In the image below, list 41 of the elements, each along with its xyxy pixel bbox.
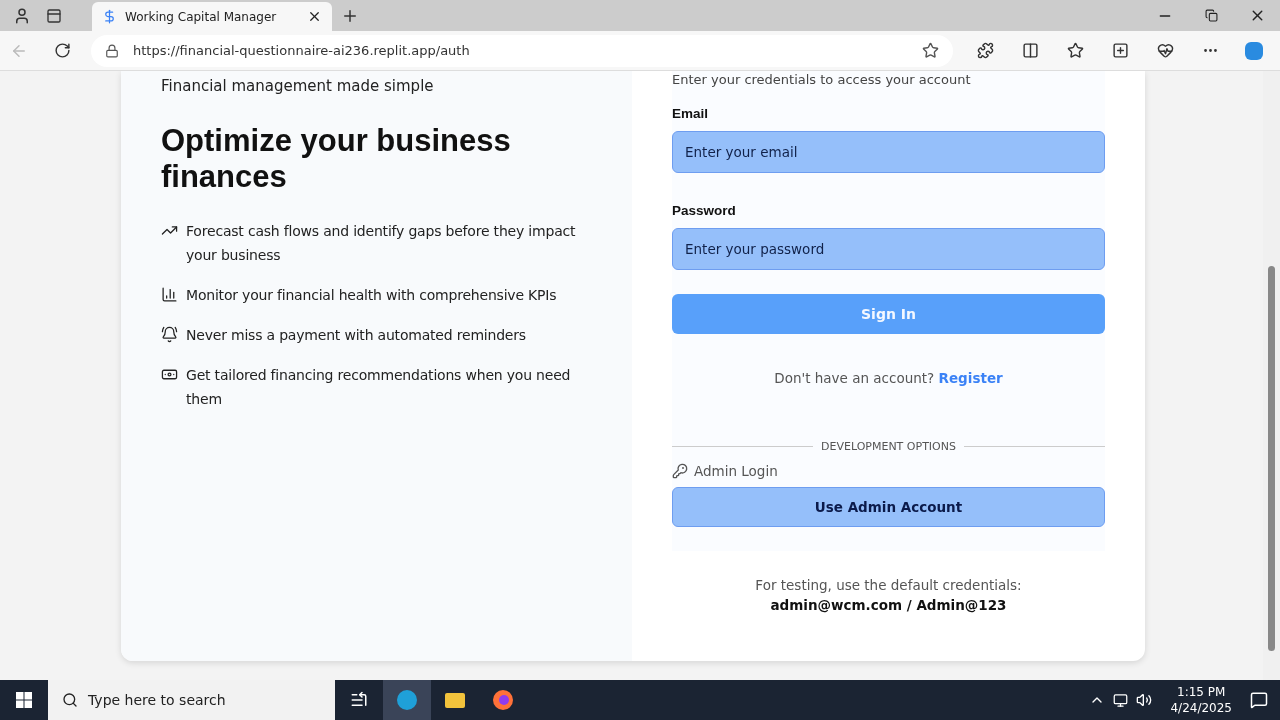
feature-text: Monitor your financial health with comprehensive KPIs [186, 286, 557, 305]
input-field[interactable]: Enter your email [672, 131, 1105, 173]
section-heading: DEVELOPMENT OPTIONS [821, 440, 956, 453]
search-icon [62, 692, 78, 708]
field-label: Email [672, 106, 710, 121]
tagline: Financial management made simple [161, 77, 435, 95]
volume-icon[interactable] [1136, 692, 1153, 708]
lock-icon [105, 43, 119, 58]
bar-chart-icon [161, 286, 178, 303]
split-screen-icon[interactable] [1022, 42, 1039, 59]
field-label: Password [672, 203, 737, 218]
key-icon [672, 463, 688, 479]
network-icon[interactable] [1113, 692, 1129, 708]
extensions-icon[interactable] [977, 42, 994, 59]
feature-text: Never miss a payment with automated reminders [186, 326, 526, 345]
health-icon[interactable] [1157, 42, 1174, 59]
feature-text: Forecast cash flows and identify gaps before they impact your business [186, 222, 577, 265]
input-field[interactable]: Enter your password [672, 228, 1105, 270]
credentials-text: admin@wcm.com / Admin@123 [769, 597, 1008, 613]
testing-note: For testing, use the default credentials: [754, 577, 1023, 593]
subtitle: Enter your credentials to access your account [672, 72, 972, 88]
favorites-icon[interactable] [1067, 42, 1084, 59]
bell-icon [161, 326, 178, 343]
feature-text: Get tailored financing recommendations when you need them [186, 366, 572, 409]
clock[interactable]: 1:15 PM 4/24/2025 [1170, 684, 1232, 716]
taskbar-search[interactable]: Type here to search [48, 680, 335, 720]
close-tab-icon[interactable] [307, 9, 322, 24]
reload-icon[interactable] [54, 42, 71, 59]
hero-heading: Optimize your business finances [161, 123, 512, 195]
notification-icon[interactable] [1250, 691, 1268, 709]
favorite-star-icon[interactable] [922, 42, 939, 59]
admin-label: Admin Login [694, 463, 778, 479]
admin-button[interactable]: Use Admin Account [672, 487, 1105, 527]
register-prompt: Don't have an account? Register [773, 370, 1004, 386]
browser-tab[interactable]: Working Capital Manager [92, 2, 332, 31]
register-link[interactable]: Register [938, 370, 1003, 386]
collections-icon[interactable] [1112, 42, 1129, 59]
dollar-icon [102, 9, 117, 24]
address-bar[interactable]: https://financial-questionnaire-ai236.replit.app/auth [91, 34, 953, 67]
tab-title: Working Capital Manager [125, 9, 278, 24]
url-text: https://financial-questionnaire-ai236.replit.app/auth [133, 43, 471, 58]
